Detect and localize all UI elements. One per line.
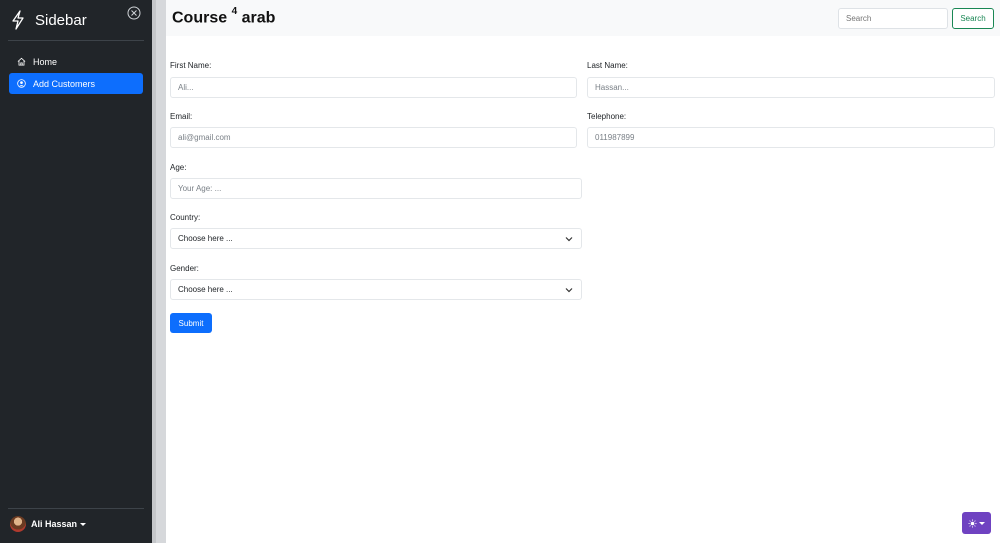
gender-label: Gender:: [170, 264, 199, 273]
sidebar-gutter: [152, 0, 166, 543]
age-label: Age:: [170, 163, 187, 172]
sidebar-item-label: Add Customers: [33, 78, 96, 89]
sidebar-header: Sidebar: [0, 0, 152, 40]
theme-toggle-button[interactable]: [962, 512, 991, 534]
first-name-label: First Name:: [170, 61, 212, 70]
submit-button[interactable]: Submit: [170, 313, 212, 333]
telephone-label: Telephone:: [587, 112, 627, 121]
page-title-suffix: arab: [241, 9, 276, 27]
lightning-icon: [12, 10, 24, 30]
chevron-down-icon: [565, 288, 573, 293]
page-title-text: Course: [172, 9, 228, 27]
age-input[interactable]: [170, 178, 582, 199]
search-input[interactable]: [838, 8, 948, 29]
email-label: Email:: [170, 112, 193, 121]
sidebar-title: Sidebar: [35, 11, 87, 29]
page-title-sup: 4: [231, 6, 238, 18]
gender-select[interactable]: Choose here ...: [170, 279, 582, 300]
last-name-label: Last Name:: [587, 61, 628, 70]
sidebar-nav: Home Add Customers: [0, 41, 152, 94]
avatar: [10, 516, 26, 532]
page-title: Course 4 arab: [172, 6, 276, 27]
country-select-value: Choose here ...: [178, 234, 233, 243]
house-icon: [17, 57, 26, 66]
first-name-input[interactable]: [170, 77, 577, 98]
sidebar: Sidebar Home Add Customers Ali Hassan: [0, 0, 152, 543]
sidebar-bottom-divider: [8, 508, 144, 509]
caret-down-icon: [979, 521, 985, 525]
telephone-input[interactable]: [587, 127, 995, 148]
main-content: Course 4 arab Search First Name: Last Na…: [166, 0, 1000, 543]
caret-down-icon: [80, 522, 87, 526]
sidebar-item-home[interactable]: Home: [9, 51, 143, 72]
close-icon[interactable]: [127, 6, 141, 20]
last-name-input[interactable]: [587, 77, 995, 98]
top-navbar: Course 4 arab Search: [166, 0, 1000, 36]
sidebar-item-add-customers[interactable]: Add Customers: [9, 73, 143, 94]
search-button[interactable]: Search: [952, 8, 994, 29]
chevron-down-icon: [565, 237, 573, 242]
country-label: Country:: [170, 213, 201, 222]
user-dropdown[interactable]: Ali Hassan: [10, 516, 87, 532]
user-name: Ali Hassan: [31, 519, 78, 529]
sun-icon: [968, 518, 977, 528]
gender-select-value: Choose here ...: [178, 285, 233, 294]
email-input[interactable]: [170, 127, 577, 148]
country-select[interactable]: Choose here ...: [170, 228, 582, 249]
person-circle-icon: [17, 79, 26, 88]
sidebar-item-label: Home: [33, 56, 58, 67]
